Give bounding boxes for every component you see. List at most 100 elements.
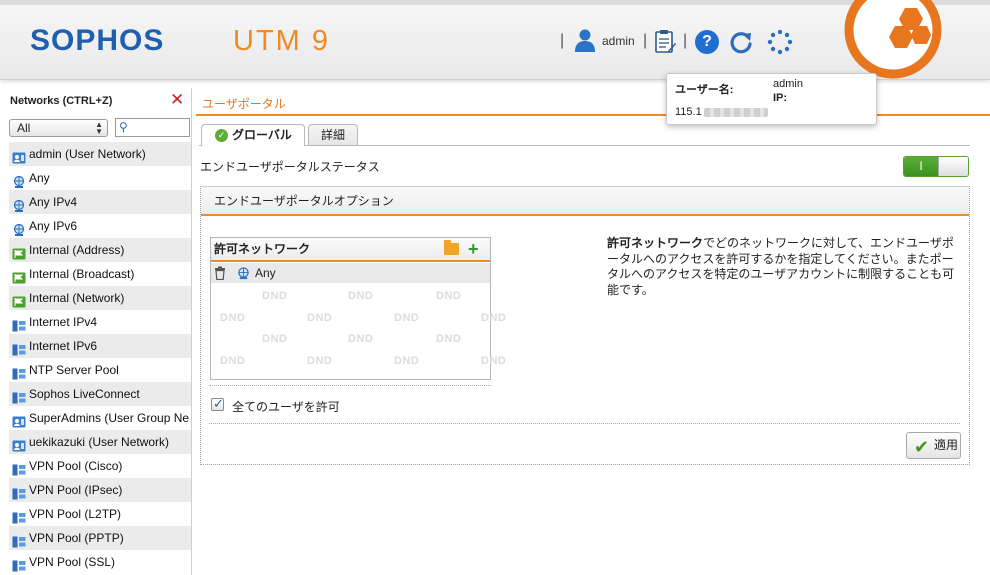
tab-advanced[interactable]: 詳細 (308, 124, 358, 145)
folder-icon[interactable] (444, 240, 459, 255)
sidebar-item[interactable]: admin (User Network) (9, 142, 191, 166)
dnd-watermark: DND (220, 355, 246, 367)
user-network-icon (12, 412, 26, 428)
any-network-icon (238, 267, 249, 280)
portal-status-toggle[interactable]: I (903, 156, 969, 177)
network-icon (12, 340, 26, 356)
sidebar-item[interactable]: Any IPv6 (9, 214, 191, 238)
sidebar-item[interactable]: uekikazuki (User Network) (9, 430, 191, 454)
user-info-tooltip: ユーザー名: admin IP: 115.1 (666, 73, 877, 125)
sidebar-item[interactable]: Internal (Network) (9, 286, 191, 310)
redacted-ip-blur (703, 107, 768, 117)
network-list: admin (User Network) Any Any IPv4 Any IPv6 I… (9, 142, 191, 574)
add-icon[interactable]: + (468, 238, 479, 260)
clipboard-icon[interactable] (654, 29, 676, 53)
sidebar-item-label: VPN Pool (Cisco) (29, 459, 123, 473)
header-top-strip (0, 0, 990, 5)
network-search-input[interactable]: ⚲ (115, 118, 190, 137)
dnd-watermark: DND (394, 312, 420, 324)
sidebar-item-label: VPN Pool (IPsec) (29, 483, 123, 497)
dnd-watermark: DND (307, 355, 333, 367)
allowed-network-item[interactable]: Any (211, 263, 490, 283)
networks-sidebar: Networks (CTRL+Z) ✕ All ▲ ▼ ⚲ admin (User… (0, 88, 192, 575)
netbox-divider (209, 385, 491, 386)
network-filter-select[interactable]: All ▲ ▼ (9, 119, 108, 137)
tab-global[interactable]: ✓ グローバル (201, 124, 305, 146)
user-network-icon (12, 148, 26, 164)
sidebar-item[interactable]: VPN Pool (SSL) (9, 550, 191, 574)
allowed-network-label: Any (255, 266, 276, 280)
dnd-watermark: DND (348, 290, 374, 302)
panel-title: エンドユーザポータルオプション (201, 187, 969, 216)
sidebar-item[interactable]: Internal (Address) (9, 238, 191, 262)
allowed-networks-box[interactable]: 許可ネットワーク + Any DND DND DND DND DND DND DND DND D… (210, 237, 506, 380)
portal-status-label: エンドユーザポータルステータス (200, 160, 380, 174)
interface-network-icon (12, 268, 26, 284)
sidebar-item-label: uekikazuki (User Network) (29, 435, 170, 449)
sidebar-item-label: VPN Pool (L2TP) (29, 507, 122, 521)
dnd-watermark: DND (481, 312, 507, 324)
sidebar-item-label: Internal (Network) (29, 291, 125, 305)
help-icon[interactable]: ? (695, 30, 719, 54)
close-icon[interactable]: ✕ (170, 91, 184, 109)
sidebar-item[interactable]: VPN Pool (Cisco) (9, 454, 191, 478)
sidebar-item[interactable]: NTP Server Pool (9, 358, 191, 382)
trash-icon[interactable] (214, 266, 226, 280)
sidebar-item[interactable]: Any IPv4 (9, 190, 191, 214)
tabs-divider (199, 145, 970, 146)
sidebar-title: Networks (CTRL+Z) (10, 95, 113, 107)
refresh-icon[interactable] (728, 29, 754, 55)
sidebar-item-label: Sophos LiveConnect (29, 387, 140, 401)
any-network-icon (12, 196, 26, 212)
sidebar-item[interactable]: SuperAdmins (User Group Ne (9, 406, 191, 430)
header: SOPHOS UTM 9 | admin | | ? (0, 0, 990, 80)
sidebar-item[interactable]: Internet IPv6 (9, 334, 191, 358)
network-icon (12, 484, 26, 500)
network-icon (12, 508, 26, 524)
sidebar-item[interactable]: Any (9, 166, 191, 190)
network-icon (12, 388, 26, 404)
header-username[interactable]: admin (602, 34, 635, 48)
toggle-knob[interactable] (938, 157, 968, 176)
sidebar-item-label: Any IPv6 (29, 219, 78, 233)
check-circle-icon: ✓ (215, 129, 228, 142)
sidebar-item[interactable]: VPN Pool (L2TP) (9, 502, 191, 526)
sidebar-item[interactable]: VPN Pool (PPTP) (9, 526, 191, 550)
network-icon (12, 364, 26, 380)
sidebar-item[interactable]: Internet IPv4 (9, 310, 191, 334)
checkmark-icon: ✔ (914, 437, 930, 457)
dnd-watermark: DND (481, 355, 507, 367)
interface-network-icon (12, 244, 26, 260)
tooltip-ip-value: 115.1 (675, 106, 768, 118)
header-separator: | (560, 32, 565, 49)
network-icon (12, 460, 26, 476)
allow-all-users-label: 全てのユーザを許可 (232, 400, 340, 414)
sidebar-item-label: Internet IPv4 (29, 315, 98, 329)
sidebar-item[interactable]: VPN Pool (IPsec) (9, 478, 191, 502)
dnd-watermark: DND (262, 290, 288, 302)
toggle-on-indicator: I (904, 157, 938, 176)
sidebar-item-label: SuperAdmins (User Group Ne (29, 411, 190, 425)
sidebar-item[interactable]: Internal (Broadcast) (9, 262, 191, 286)
any-network-icon (12, 172, 26, 188)
header-separator: | (643, 32, 648, 49)
dnd-watermark: DND (394, 355, 420, 367)
sidebar-item-label: admin (User Network) (29, 147, 146, 161)
panel-divider (209, 423, 960, 424)
sophos-logo: SOPHOS (30, 24, 165, 57)
user-icon[interactable] (573, 28, 597, 52)
sidebar-item-label: Internal (Address) (29, 243, 125, 257)
network-icon (12, 316, 26, 332)
sidebar-item-label: NTP Server Pool (29, 363, 119, 377)
apply-button[interactable]: ✔ 適用 (906, 432, 961, 459)
sidebar-item-label: Internal (Broadcast) (29, 267, 135, 281)
activity-spinner-icon (767, 29, 793, 55)
dnd-watermark: DND (307, 312, 333, 324)
tooltip-username-label: ユーザー名: (675, 84, 734, 96)
sidebar-item-label: Internet IPv6 (29, 339, 98, 353)
sidebar-item[interactable]: Sophos LiveConnect (9, 382, 191, 406)
network-icon (12, 556, 26, 572)
allow-all-users-checkbox[interactable] (211, 396, 224, 412)
dnd-watermark: DND (220, 312, 246, 324)
sidebar-item-label: Any (29, 171, 50, 185)
